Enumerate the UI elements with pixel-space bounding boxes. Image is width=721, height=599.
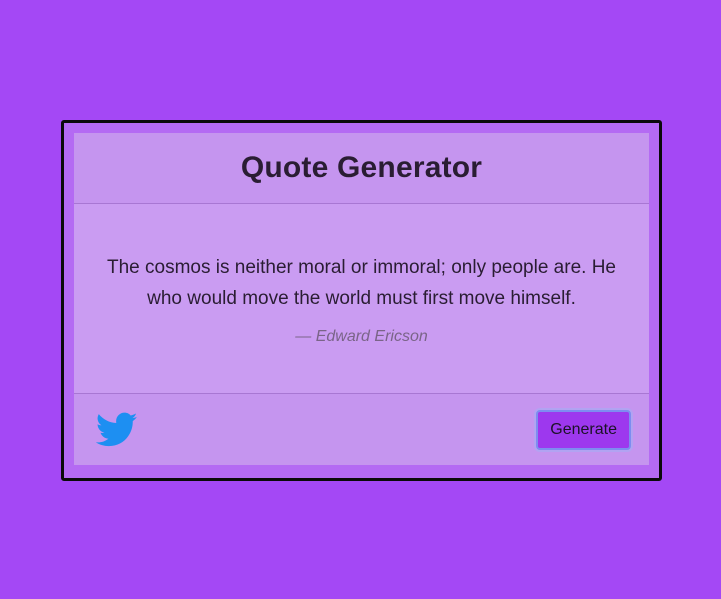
quote-author: — Edward Ericson [295, 327, 428, 345]
card-footer: Generate [74, 393, 649, 465]
generate-button[interactable]: Generate [536, 409, 631, 450]
card-header: Quote Generator [74, 133, 649, 204]
quote-body: The cosmos is neither moral or immoral; … [74, 204, 649, 393]
page-title: Quote Generator [240, 151, 483, 184]
quote-card: Quote Generator The cosmos is neither mo… [74, 133, 649, 465]
quote-text: The cosmos is neither moral or immoral; … [107, 256, 616, 309]
twitter-icon [96, 412, 138, 448]
quote-box: Quote Generator The cosmos is neither mo… [61, 120, 662, 481]
tweet-quote-link[interactable] [96, 412, 138, 448]
